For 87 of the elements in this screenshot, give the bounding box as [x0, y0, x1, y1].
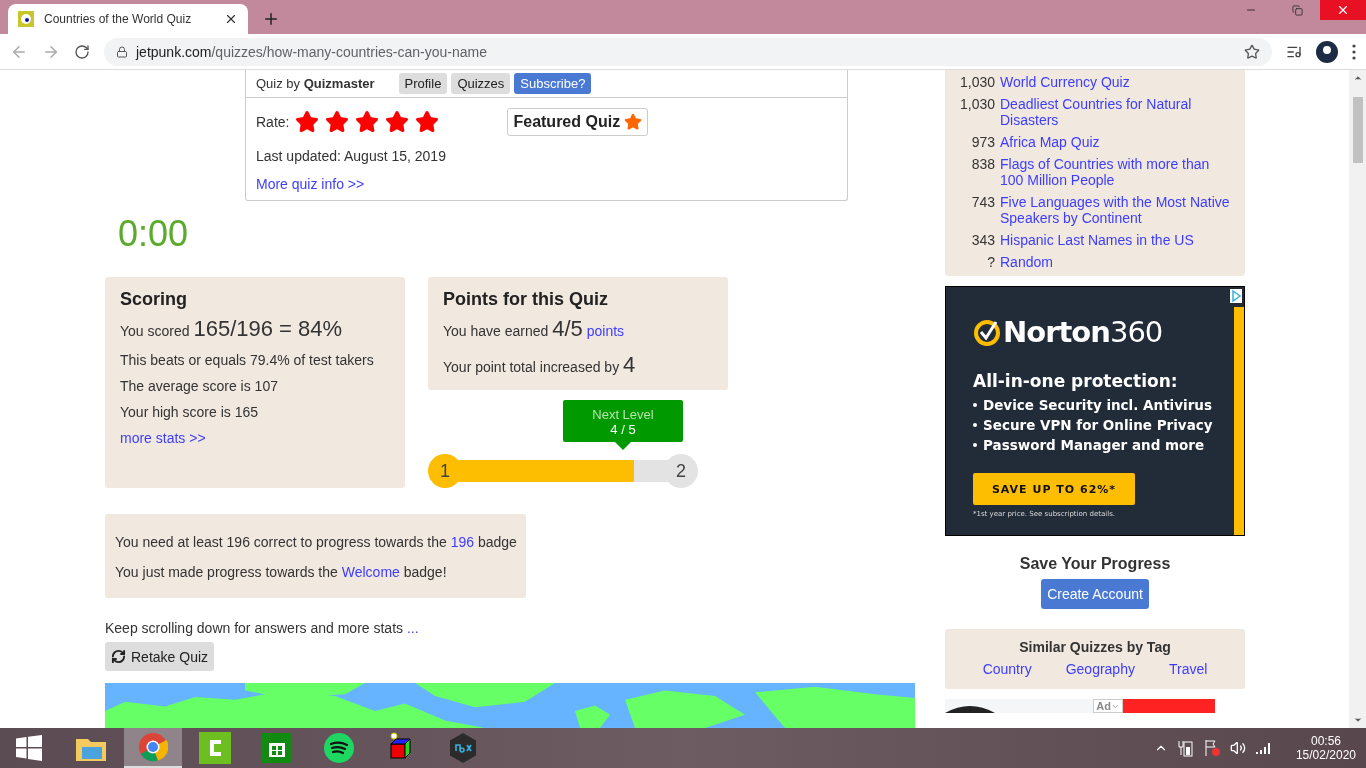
profile-avatar[interactable] [1316, 40, 1338, 63]
save-progress-title: Save Your Progress [1019, 555, 1171, 573]
rating-star-icon[interactable] [355, 110, 380, 134]
last-updated-text: Last updated: August 15, 2019 [256, 148, 447, 164]
ad-choices-icon [1230, 289, 1242, 303]
timer: 0:00 [118, 213, 189, 255]
close-icon [1336, 3, 1350, 17]
rating-star-icon[interactable] [415, 110, 440, 134]
subscribe-button[interactable]: Subscribe? [514, 73, 592, 94]
flag-icon[interactable] [1203, 739, 1220, 757]
chrome-icon[interactable] [138, 732, 168, 762]
ad-label: Ad [1093, 699, 1123, 713]
tag-link[interactable]: Geography [1065, 661, 1135, 677]
quiz-link[interactable]: Random [1000, 254, 1235, 270]
more-link[interactable]: ... [406, 620, 419, 636]
hexagon-icon[interactable] [448, 732, 478, 764]
restore-icon [1291, 4, 1303, 16]
new-tab-icon[interactable] [262, 10, 280, 28]
clock[interactable]: 00:56 15/02/2020 [1295, 734, 1356, 762]
points-earned-text: You have earned 4/5 points [443, 316, 626, 342]
panel-title: Points for this Quiz [443, 289, 609, 310]
badge-progress-text: You need at least 196 correct to progress towards the 196 badge [115, 534, 516, 550]
quiz-author: Quiz by Quizmaster [256, 76, 375, 91]
scroll-up-icon[interactable] [1352, 73, 1363, 83]
quiz-link[interactable]: World Currency Quiz [1000, 74, 1235, 90]
menu-icon[interactable] [1352, 43, 1356, 60]
retake-quiz-button[interactable]: Retake Quiz [105, 642, 215, 672]
close-icon[interactable] [224, 12, 238, 26]
star-icon [624, 113, 643, 131]
score-text: You scored 165/196 = 84% [120, 316, 344, 342]
play-count: 1,030 [958, 74, 995, 90]
tag-link[interactable]: Country [982, 661, 1032, 677]
rating-star-icon[interactable] [295, 110, 320, 134]
quiz-link[interactable]: Hispanic Last Names in the US [1000, 232, 1235, 248]
signal-icon[interactable] [1255, 742, 1272, 754]
rating-star-icon[interactable] [325, 110, 350, 134]
brand-logo: Norton360 [1003, 315, 1163, 349]
reload-icon[interactable] [74, 43, 90, 60]
battery-icon[interactable] [1177, 739, 1194, 757]
profile-nav-button[interactable]: Profile [398, 73, 448, 94]
rate-label: Rate: [256, 114, 290, 130]
scroll-down-icon[interactable] [1352, 715, 1363, 725]
volume-icon[interactable] [1229, 740, 1246, 756]
scrollbar-thumb[interactable] [1352, 97, 1363, 163]
refresh-icon [111, 649, 126, 664]
create-account-button[interactable]: Create Account [1041, 579, 1149, 609]
browser-tab[interactable]: Countries of the World Quiz [8, 4, 248, 34]
play-count: 973 [970, 134, 995, 150]
badge-link[interactable]: 196 [450, 534, 475, 550]
stat-text: The average score is 107 [120, 378, 279, 394]
stat-text: This beats or equals 79.4% of test takers [120, 352, 375, 368]
quiz-link[interactable]: Flags of Countries with more than 100 Million People [1000, 156, 1235, 188]
spotify-icon[interactable] [324, 733, 354, 763]
points-link[interactable]: points [586, 323, 625, 339]
bookmark-star-icon[interactable] [1244, 43, 1260, 60]
quiz-link[interactable]: Five Languages with the Most Native Speakers by Continent [1000, 194, 1235, 226]
play-count: 343 [970, 232, 995, 248]
ad-headline: All-in-one protection: [973, 371, 1179, 391]
panel-title: Similar Quizzes by Tag [1019, 639, 1171, 655]
tag-link[interactable]: Travel [1168, 661, 1208, 677]
play-count: ? [986, 254, 995, 270]
panel-title: Scoring [120, 289, 188, 310]
quiz-link[interactable]: Deadliest Countries for Natural Disasters [1000, 96, 1235, 128]
more-info-link[interactable]: More quiz info >> [256, 176, 365, 192]
rating-star-icon[interactable] [385, 110, 410, 134]
play-count: 838 [970, 156, 995, 174]
url-text: jetpunk.com/quizzes/how-many-countries-can-you-name [136, 43, 487, 60]
check-circle-icon [973, 318, 1001, 346]
badge-link[interactable]: Welcome [341, 564, 400, 580]
play-count: 1,030 [958, 96, 995, 114]
play-count: 743 [970, 194, 995, 212]
stat-text: Your high score is 165 [120, 404, 260, 420]
address-bar[interactable]: jetpunk.com/quizzes/how-many-countries-can-you-name [104, 37, 1272, 66]
tab-title: Countries of the World Quiz [44, 12, 193, 26]
ad-cta-button[interactable]: SAVE UP TO 62%* [973, 473, 1135, 505]
windows-icon [16, 735, 42, 761]
scrollbar[interactable] [1349, 70, 1366, 728]
site-icon [18, 11, 34, 27]
lock-icon [116, 45, 128, 58]
next-level-tooltip: Next Level 4 / 5 [563, 400, 683, 450]
featured-quiz-badge: Featured Quiz [507, 108, 649, 136]
more-stats-link[interactable]: more stats >> [120, 430, 206, 446]
scroll-hint-text: Keep scrolling down for answers and more stats ... [105, 620, 420, 636]
quiz-link[interactable]: Africa Map Quiz [1000, 134, 1235, 150]
profile-nav-button[interactable]: Quizzes [451, 73, 511, 94]
badge-progress-text: You just made progress towards the Welcome badge! [115, 564, 448, 580]
points-increase-text: Your point total increased by 4 [443, 352, 637, 378]
